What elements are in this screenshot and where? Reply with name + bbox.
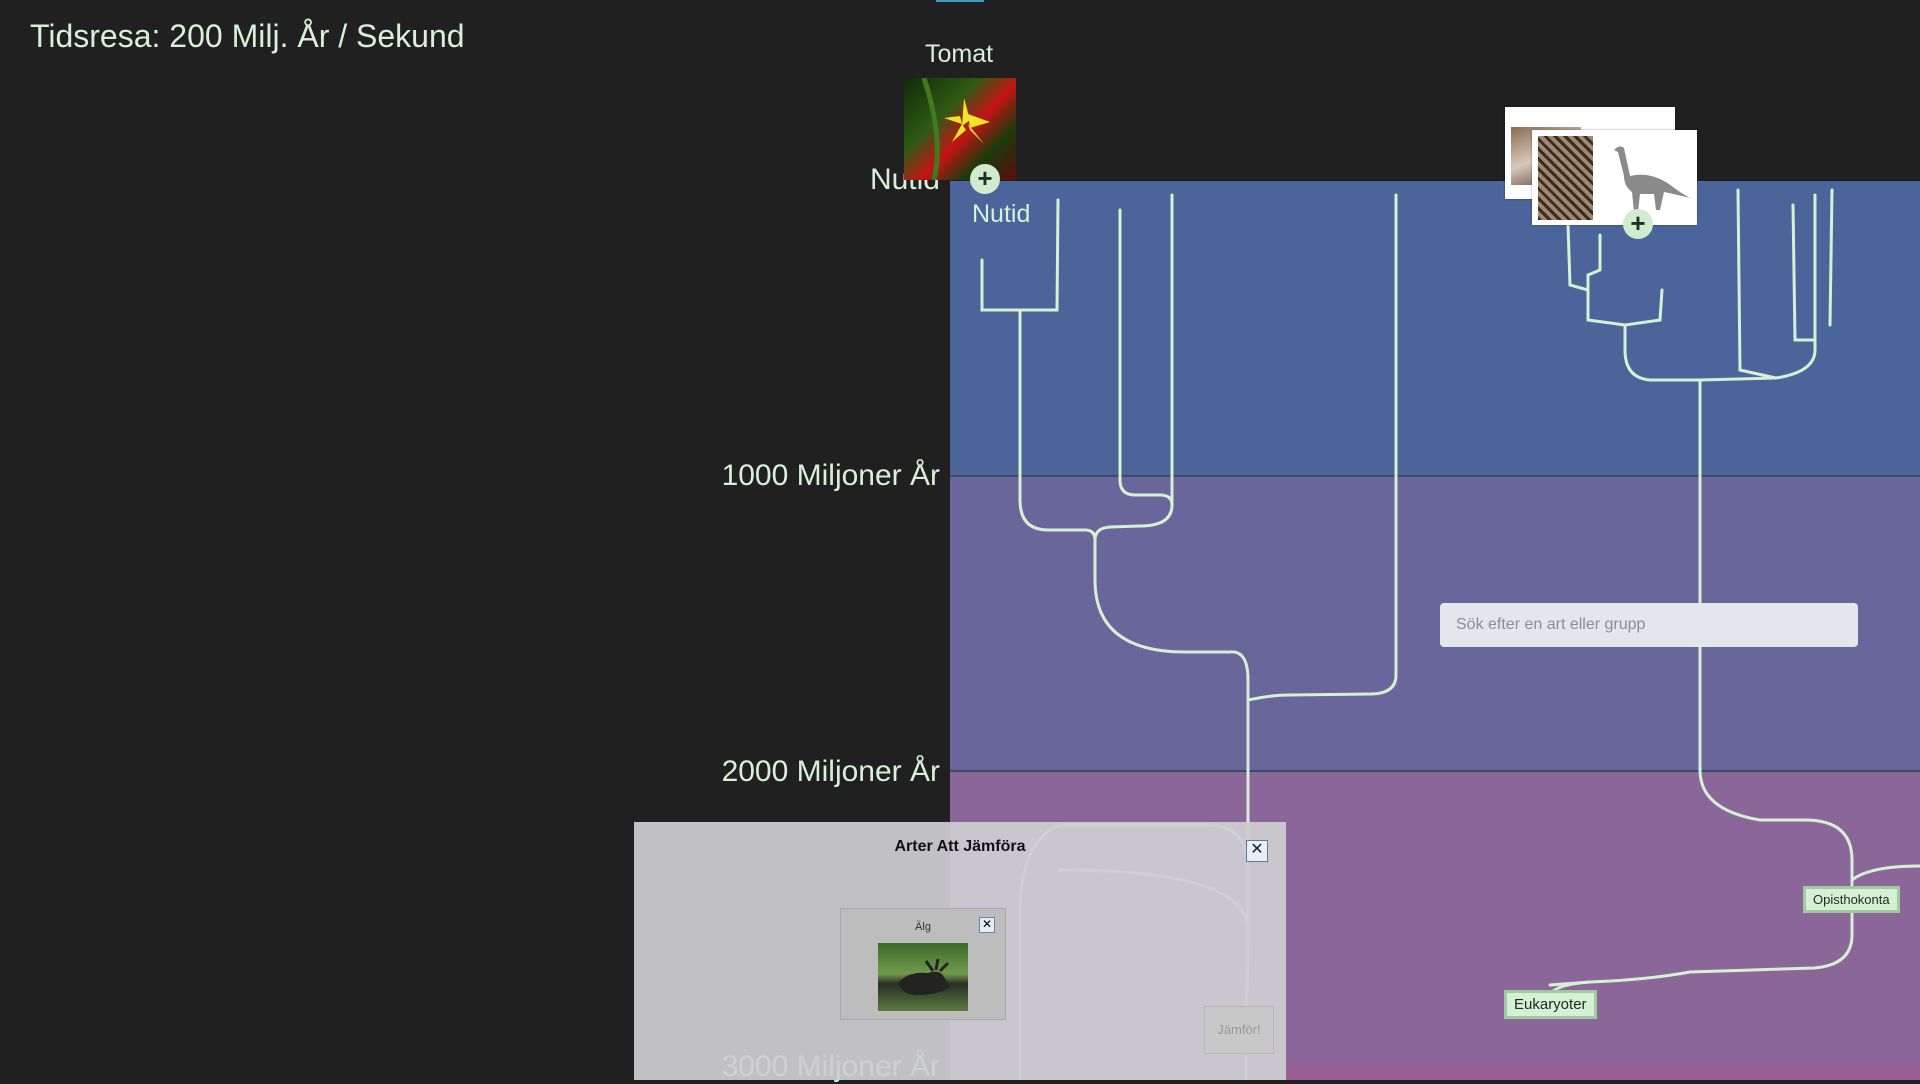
node-label-eukaryoter[interactable]: Eukaryoter bbox=[1504, 990, 1597, 1019]
compare-panel: Arter Att Jämföra ✕ Älg ✕ Jämför! bbox=[634, 822, 1286, 1080]
species-name-tomat: Tomat bbox=[925, 40, 994, 68]
tree-branch bbox=[1828, 188, 1834, 327]
moose-image-icon bbox=[898, 958, 950, 995]
tree-branch bbox=[1736, 188, 1778, 380]
tree-branch bbox=[1118, 208, 1174, 507]
flower-image-icon bbox=[921, 77, 990, 181]
close-icon[interactable]: ✕ bbox=[1246, 840, 1268, 862]
tree-branch bbox=[1093, 193, 1250, 852]
hall-image bbox=[1538, 136, 1593, 220]
tree-branch bbox=[1623, 288, 1702, 382]
species-thumbnail-tomat[interactable] bbox=[904, 77, 1016, 181]
add-species-group-button[interactable]: + bbox=[1623, 209, 1653, 239]
compare-item-card[interactable]: Älg ✕ bbox=[840, 908, 1006, 1020]
compare-panel-title: Arter Att Jämföra bbox=[894, 838, 1026, 855]
tree-branch bbox=[1586, 233, 1627, 327]
tree-branch bbox=[1698, 193, 1817, 382]
tree-branch bbox=[1791, 203, 1817, 342]
search-input[interactable] bbox=[1440, 603, 1858, 647]
inner-now-label: Nutid bbox=[972, 200, 1031, 228]
remove-item-icon[interactable]: ✕ bbox=[979, 917, 995, 933]
tree-branch bbox=[1246, 193, 1398, 702]
tree-branch bbox=[1850, 864, 1920, 882]
tree-branch bbox=[980, 258, 1022, 312]
node-label-opisthokonta[interactable]: Opisthokonta bbox=[1803, 886, 1900, 913]
moose-image bbox=[878, 943, 968, 1011]
add-species-tomat-button[interactable]: + bbox=[970, 164, 1000, 194]
tree-branch bbox=[1018, 308, 1097, 542]
compare-button[interactable]: Jämför! bbox=[1204, 1006, 1274, 1054]
species-thumbnail-dinosaur[interactable] bbox=[1532, 130, 1697, 225]
tree-branch bbox=[1566, 223, 1590, 292]
